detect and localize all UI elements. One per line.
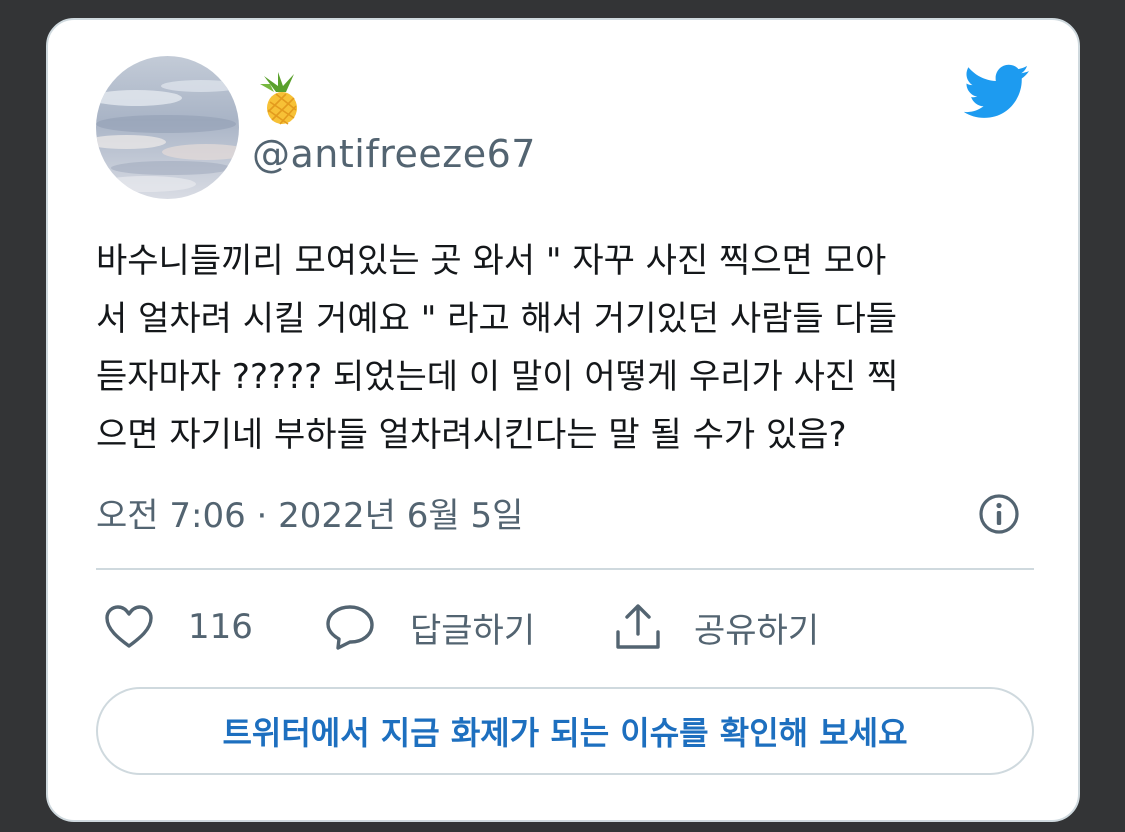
divider [96, 568, 1034, 570]
like-count: 116 [188, 607, 253, 647]
tweet-timestamp[interactable]: 오전 7:06 · 2022년 6월 5일 [96, 488, 523, 537]
display-name-emoji [256, 70, 304, 126]
reply-label: 답글하기 [410, 610, 536, 651]
explore-trending-button[interactable]: 트위터에서 지금 화제가 되는 이슈를 확인해 보세요 [96, 687, 1034, 775]
pineapple-icon [260, 72, 297, 125]
explore-trending-label: 트위터에서 지금 화제가 되는 이슈를 확인해 보세요 [222, 714, 908, 752]
info-icon[interactable] [977, 492, 1021, 536]
user-handle[interactable]: @antifreeze67 [252, 132, 536, 176]
speech-bubble-icon [326, 605, 374, 650]
tweet-text: 바수니들끼리 모여있는 곳 와서 " 자꾸 사진 찍으면 모아 서 얼차려 시킬… [96, 241, 899, 455]
tweet-card: @antifreeze67 바수니들끼리 모여있는 곳 와서 " 자꾸 사진 찍… [46, 18, 1080, 822]
heart-icon [105, 605, 153, 648]
twitter-bird-icon[interactable] [963, 64, 1030, 120]
share-label: 공유하기 [694, 610, 820, 651]
avatar-sky-image [96, 56, 239, 199]
share-button[interactable]: 공유하기 [612, 602, 819, 652]
avatar[interactable] [96, 56, 239, 199]
share-upload-icon [616, 604, 660, 649]
like-button[interactable]: 116 [104, 602, 253, 652]
reply-button[interactable]: 답글하기 [324, 602, 535, 652]
